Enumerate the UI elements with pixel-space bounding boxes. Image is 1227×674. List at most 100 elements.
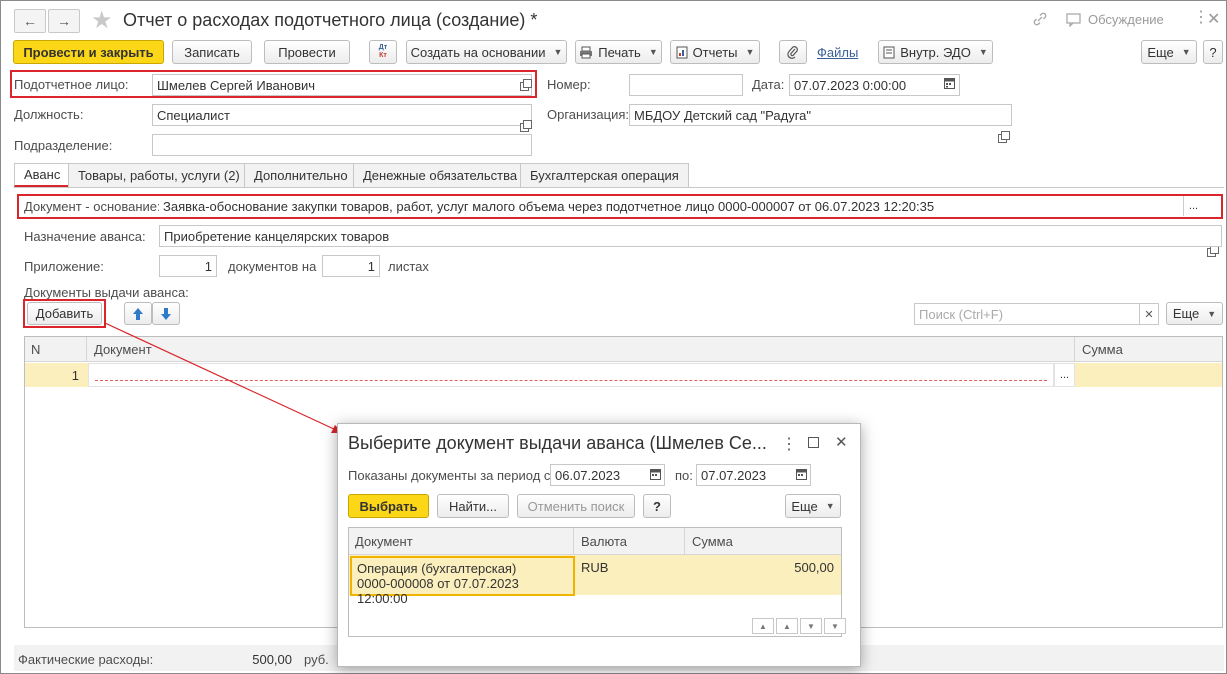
attach-button[interactable] [779, 40, 807, 64]
date-field[interactable]: 07.07.2023 0:00:00 [789, 74, 960, 96]
dialog-table-row[interactable]: Операция (бухгалтерская) 0000-000008 от … [349, 555, 841, 606]
table-row[interactable]: 1 ... [25, 363, 1222, 387]
files-link[interactable]: Файлы [817, 45, 858, 60]
document-cell-input[interactable] [88, 363, 1054, 387]
tab-additional[interactable]: Дополнительно [244, 163, 358, 187]
move-up-button[interactable] [124, 302, 152, 325]
table-more-label: Еще [1172, 306, 1200, 321]
column-header-document[interactable]: Документ [88, 337, 1075, 361]
dialog-help-button[interactable]: ? [643, 494, 671, 518]
dept-field[interactable] [152, 134, 532, 156]
prev-page-icon[interactable]: ▲ [776, 618, 798, 634]
calendar-icon[interactable] [796, 468, 807, 483]
tab-money-obligations[interactable]: Денежные обязательства [353, 163, 528, 187]
print-label: Печать [598, 44, 641, 60]
page-title: Отчет о расходах подотчетного лица (созд… [123, 10, 538, 30]
link-icon[interactable] [1032, 11, 1048, 27]
dt-kt-icon: Дт [378, 44, 388, 51]
org-field[interactable]: МБДОУ Детский сад "Радуга" [629, 104, 1012, 126]
tab-accounting-operation[interactable]: Бухгалтерская операция [520, 163, 689, 187]
dt-kt-button[interactable]: Дт Кт [369, 40, 397, 64]
back-button[interactable]: ← [14, 9, 46, 33]
dropdown-icon: ▼ [978, 47, 988, 57]
close-icon[interactable]: ✕ [1207, 9, 1220, 29]
discussion-button[interactable]: Обсуждение [1066, 12, 1164, 27]
dialog-docs-table[interactable]: Документ Валюта Сумма Операция (бухгалте… [348, 527, 846, 637]
person-field[interactable]: Шмелев Сергей Иванович [152, 74, 532, 96]
table-more-button[interactable]: Еще ▼ [1166, 302, 1223, 325]
dropdown-icon: ▼ [1181, 47, 1191, 57]
dialog-more-label: Еще [791, 498, 818, 514]
cancel-search-button[interactable]: Отменить поиск [517, 494, 635, 518]
open-icon[interactable] [998, 131, 1010, 143]
tab-advance[interactable]: Аванс [14, 163, 71, 187]
select-button[interactable]: Выбрать [348, 494, 429, 518]
position-field[interactable]: Специалист [152, 104, 532, 126]
chat-icon [1066, 12, 1081, 27]
help-button[interactable]: ? [1203, 40, 1223, 64]
printer-icon [580, 46, 593, 58]
more-vertical-icon[interactable]: ⋮ [781, 434, 797, 454]
dialog-more-button[interactable]: Еще ▼ [785, 494, 841, 518]
number-label: Номер: [547, 77, 591, 92]
basis-value: Заявка-обоснование закупки товаров, рабо… [163, 198, 935, 214]
attach-sheets-field[interactable]: 1 [322, 255, 380, 277]
search-input[interactable]: Поиск (Ctrl+F) [914, 303, 1140, 325]
forward-button[interactable]: → [48, 9, 80, 33]
clear-search-button[interactable]: ✕ [1139, 303, 1159, 325]
purpose-field[interactable]: Приобретение канцелярских товаров [159, 225, 1222, 247]
attach-docs-field[interactable]: 1 [159, 255, 217, 277]
more-button[interactable]: Еще ▼ [1141, 40, 1197, 64]
date-from-value: 06.07.2023 [555, 467, 621, 483]
column-header-sum[interactable]: Сумма [686, 528, 841, 554]
column-header-currency[interactable]: Валюта [575, 528, 685, 554]
open-icon[interactable] [520, 79, 532, 91]
position-value: Специалист [157, 107, 230, 123]
column-header-document[interactable]: Документ [349, 528, 574, 554]
issue-docs-label: Документы выдачи аванса: [24, 285, 189, 300]
open-icon[interactable] [520, 120, 532, 132]
person-value: Шмелев Сергей Иванович [157, 77, 316, 93]
calendar-icon[interactable] [944, 77, 955, 92]
purpose-value: Приобретение канцелярских товаров [164, 228, 390, 244]
date-from-field[interactable]: 06.07.2023 [550, 464, 665, 486]
reports-button[interactable]: Отчеты ▼ [670, 40, 760, 64]
basis-field[interactable]: Заявка-обоснование закупки товаров, рабо… [159, 196, 1184, 216]
maximize-icon[interactable] [808, 437, 819, 448]
dialog-title: Выберите документ выдачи аванса (Шмелев … [348, 433, 767, 453]
period-label: Показаны документы за период с: [348, 468, 555, 483]
save-button[interactable]: Записать [172, 40, 252, 64]
next-page-icon[interactable]: ▼ [800, 618, 822, 634]
date-to-field[interactable]: 07.07.2023 [696, 464, 811, 486]
create-based-on-button[interactable]: Создать на основании ▼ [406, 40, 567, 64]
edo-button[interactable]: Внутр. ЭДО ▼ [878, 40, 993, 64]
star-icon[interactable]: ★ [91, 6, 113, 35]
number-field[interactable] [629, 74, 743, 96]
move-down-button[interactable] [152, 302, 180, 325]
arrow-down-icon [161, 307, 171, 320]
document-icon [883, 46, 895, 58]
org-label: Организация: [547, 107, 630, 122]
report-icon [676, 46, 688, 58]
dept-label: Подразделение: [14, 138, 113, 153]
position-label: Должность: [14, 107, 84, 122]
select-ellipsis-button[interactable]: ... [1054, 363, 1075, 387]
close-icon: ✕ [1144, 308, 1154, 321]
post-button[interactable]: Провести [264, 40, 350, 64]
close-icon[interactable]: ✕ [835, 433, 848, 451]
post-and-close-button[interactable]: Провести и закрыть [13, 40, 164, 64]
tab-goods[interactable]: Товары, работы, услуги (2) [68, 163, 250, 187]
to-label: по: [675, 468, 693, 483]
dropdown-icon: ▼ [1207, 308, 1217, 319]
find-button[interactable]: Найти... [437, 494, 509, 518]
print-button[interactable]: Печать ▼ [575, 40, 662, 64]
first-page-icon[interactable]: ▲ [752, 618, 774, 634]
last-page-icon[interactable]: ▼ [824, 618, 846, 634]
select-ellipsis-button[interactable]: ... [1183, 196, 1203, 216]
reports-label: Отчеты [692, 44, 738, 60]
column-header-sum[interactable]: Сумма [1076, 337, 1222, 361]
add-button[interactable]: Добавить [27, 302, 102, 325]
calendar-icon[interactable] [650, 468, 661, 483]
column-header-n[interactable]: N [25, 337, 87, 361]
dropdown-icon: ▼ [745, 47, 755, 57]
